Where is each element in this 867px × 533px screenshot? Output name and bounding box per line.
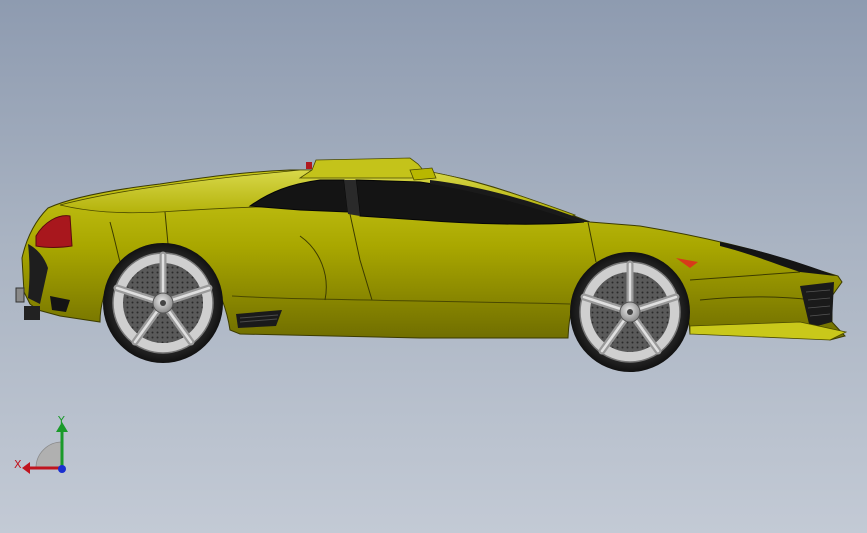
- roof-scoop: [298, 157, 431, 179]
- roof-light: [306, 162, 312, 169]
- graphics-viewport[interactable]: Y X: [0, 0, 867, 533]
- z-axis-dot: [58, 465, 66, 473]
- reference-triad: Y X: [14, 414, 68, 474]
- side-mirror: [409, 167, 437, 181]
- x-axis-label: X: [14, 458, 22, 471]
- rear-wheel: [103, 243, 223, 363]
- front-wheel: [570, 252, 690, 372]
- triad-plane: [35, 441, 63, 469]
- car-model[interactable]: [0, 0, 867, 533]
- y-axis-label: Y: [57, 414, 65, 427]
- x-axis-arrow: [22, 462, 30, 474]
- exhaust: [15, 287, 25, 303]
- rear-diffuser: [24, 306, 40, 320]
